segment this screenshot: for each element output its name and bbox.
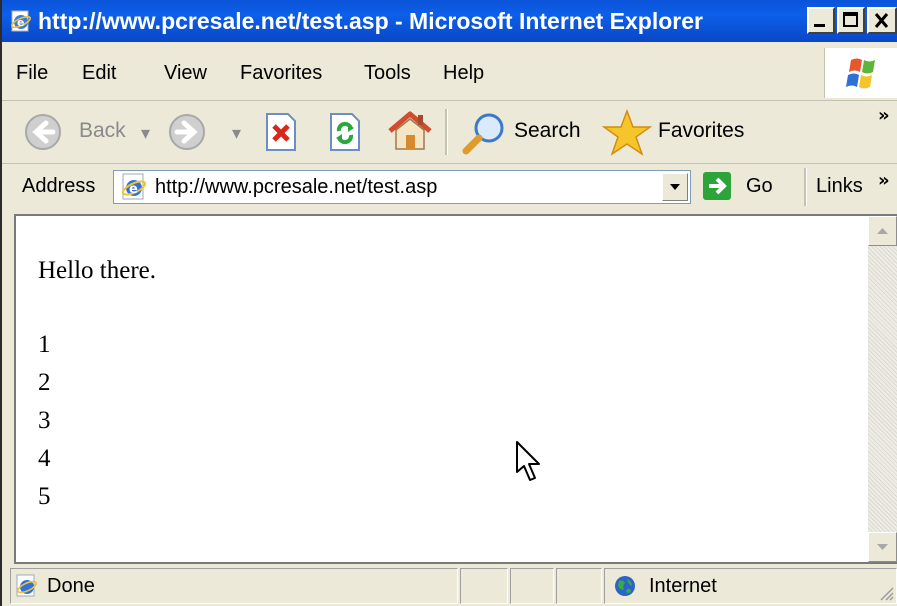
number-line: 2 bbox=[38, 369, 51, 396]
menu-file[interactable]: File bbox=[16, 62, 48, 85]
minimize-icon bbox=[814, 24, 825, 27]
scroll-down-button[interactable] bbox=[868, 532, 897, 562]
forward-arrow-icon[interactable] bbox=[168, 113, 206, 151]
menu-favorites[interactable]: Favorites bbox=[240, 62, 322, 85]
home-icon[interactable] bbox=[386, 109, 434, 153]
address-dropdown-button[interactable] bbox=[662, 173, 688, 201]
address-bar: Address e http://www.pcresale.net/test.a… bbox=[2, 164, 897, 210]
windows-flag-icon bbox=[846, 58, 875, 89]
back-dropdown-icon[interactable]: ▾ bbox=[141, 123, 150, 144]
status-text: Done bbox=[47, 575, 95, 597]
close-icon bbox=[874, 13, 889, 28]
windows-logo bbox=[824, 48, 897, 98]
address-label: Address bbox=[22, 175, 96, 197]
toolbar-overflow-chevron[interactable]: » bbox=[878, 105, 890, 126]
back-button-label[interactable]: Back bbox=[79, 119, 126, 143]
globe-icon bbox=[615, 576, 635, 596]
chevron-down-icon bbox=[670, 184, 680, 190]
standard-toolbar: Back ▾ ▾ Search Favorites » bbox=[2, 101, 897, 164]
status-pane bbox=[556, 568, 602, 604]
scroll-up-button[interactable] bbox=[868, 216, 897, 246]
address-input[interactable]: e http://www.pcresale.net/test.asp bbox=[113, 170, 691, 204]
status-pane bbox=[460, 568, 508, 604]
minimize-button[interactable] bbox=[807, 7, 835, 34]
menu-tools[interactable]: Tools bbox=[364, 62, 411, 85]
mouse-cursor-icon bbox=[516, 441, 540, 481]
number-line: 3 bbox=[38, 407, 51, 434]
ie-page-icon: e bbox=[121, 173, 147, 200]
toolbar-separator bbox=[445, 109, 448, 155]
address-separator bbox=[804, 168, 807, 206]
resize-grip-icon[interactable] bbox=[878, 585, 894, 601]
window-title: http://www.pcresale.net/test.asp - Micro… bbox=[38, 8, 703, 34]
stop-icon[interactable] bbox=[264, 113, 298, 151]
maximize-icon bbox=[843, 12, 858, 27]
scroll-up-arrow-icon bbox=[877, 228, 888, 234]
number-line: 1 bbox=[38, 331, 51, 358]
go-arrow-icon[interactable] bbox=[702, 170, 732, 202]
status-main-pane: Done bbox=[10, 568, 458, 604]
back-arrow-icon[interactable] bbox=[24, 113, 62, 151]
zone-label: Internet bbox=[649, 575, 717, 597]
close-button[interactable] bbox=[867, 7, 897, 34]
number-line: 4 bbox=[38, 445, 51, 472]
svg-text:e: e bbox=[129, 182, 138, 197]
vertical-scrollbar[interactable] bbox=[868, 216, 897, 562]
links-overflow-chevron[interactable]: » bbox=[878, 170, 890, 191]
search-button-label[interactable]: Search bbox=[514, 119, 581, 143]
greeting-text: Hello there. bbox=[38, 257, 157, 284]
address-url: http://www.pcresale.net/test.asp bbox=[155, 176, 438, 198]
svg-text:e: e bbox=[17, 16, 24, 29]
favorites-star-icon[interactable] bbox=[601, 108, 653, 158]
browser-window: e http://www.pcresale.net/test.asp - Mic… bbox=[0, 0, 897, 606]
links-toolbar-label[interactable]: Links bbox=[816, 175, 863, 198]
page-viewport: Hello there. 1 2 3 4 5 bbox=[14, 214, 897, 564]
ie-page-icon bbox=[16, 574, 38, 597]
menu-help[interactable]: Help bbox=[443, 62, 484, 85]
refresh-icon[interactable] bbox=[328, 113, 362, 151]
scroll-down-arrow-icon bbox=[877, 544, 888, 550]
page-content: Hello there. 1 2 3 4 5 bbox=[38, 252, 156, 516]
menu-edit[interactable]: Edit bbox=[82, 62, 116, 85]
maximize-button[interactable] bbox=[837, 7, 865, 34]
menu-view[interactable]: View bbox=[164, 62, 207, 85]
forward-dropdown-icon[interactable]: ▾ bbox=[232, 123, 241, 144]
go-button-label[interactable]: Go bbox=[746, 175, 773, 198]
number-line: 5 bbox=[38, 483, 51, 510]
ie-page-icon: e bbox=[11, 10, 31, 32]
status-pane bbox=[510, 568, 554, 604]
menu-bar: File Edit View Favorites Tools Help bbox=[2, 48, 897, 101]
favorites-button-label[interactable]: Favorites bbox=[658, 119, 744, 143]
security-zone-pane[interactable]: Internet bbox=[604, 568, 897, 604]
title-bar[interactable]: e http://www.pcresale.net/test.asp - Mic… bbox=[2, 0, 897, 42]
status-bar: Done Internet bbox=[2, 566, 897, 606]
search-icon[interactable] bbox=[458, 110, 510, 156]
